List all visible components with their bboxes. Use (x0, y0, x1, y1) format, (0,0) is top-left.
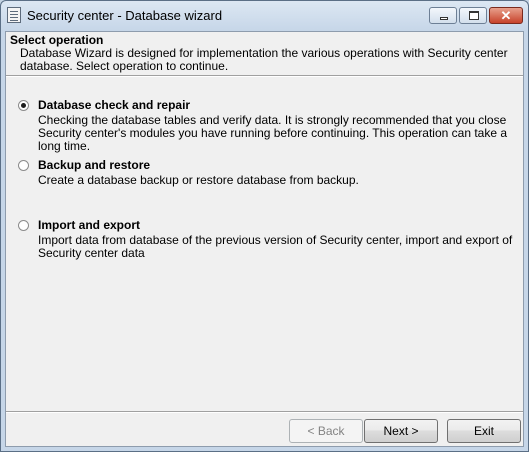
window-title: Security center - Database wizard (27, 8, 223, 23)
wizard-header: Select operation Database Wizard is desi… (10, 34, 510, 73)
option-description: Checking the database tables and verify … (38, 113, 508, 153)
maximize-icon (469, 11, 479, 20)
close-icon: ✕ (500, 8, 512, 23)
wizard-client-area: Select operation Database Wizard is desi… (5, 31, 524, 447)
exit-button[interactable]: Exit (447, 419, 521, 443)
next-button[interactable]: Next > (364, 419, 438, 443)
back-button[interactable]: < Back (289, 419, 363, 443)
close-button[interactable]: ✕ (489, 7, 523, 24)
maximize-button[interactable] (459, 7, 487, 24)
option-label[interactable]: Backup and restore (38, 158, 150, 172)
option-label[interactable]: Database check and repair (38, 98, 190, 112)
option-description: Create a database backup or restore data… (38, 173, 359, 187)
minimize-button[interactable] (429, 7, 457, 24)
header-divider (6, 75, 523, 77)
minimize-icon (440, 17, 448, 20)
wizard-window: Security center - Database wizard ✕ Sele… (0, 0, 529, 452)
title-bar[interactable]: Security center - Database wizard ✕ (1, 1, 528, 31)
option-label[interactable]: Import and export (38, 218, 140, 232)
footer-divider (6, 411, 523, 413)
radio-import-and-export[interactable] (18, 220, 29, 231)
page-description: Database Wizard is designed for implemen… (20, 46, 508, 73)
radio-check-and-repair[interactable] (18, 100, 29, 111)
option-description: Import data from database of the previou… (38, 233, 513, 260)
app-menu-icon[interactable] (7, 7, 21, 23)
radio-backup-and-restore[interactable] (18, 160, 29, 171)
